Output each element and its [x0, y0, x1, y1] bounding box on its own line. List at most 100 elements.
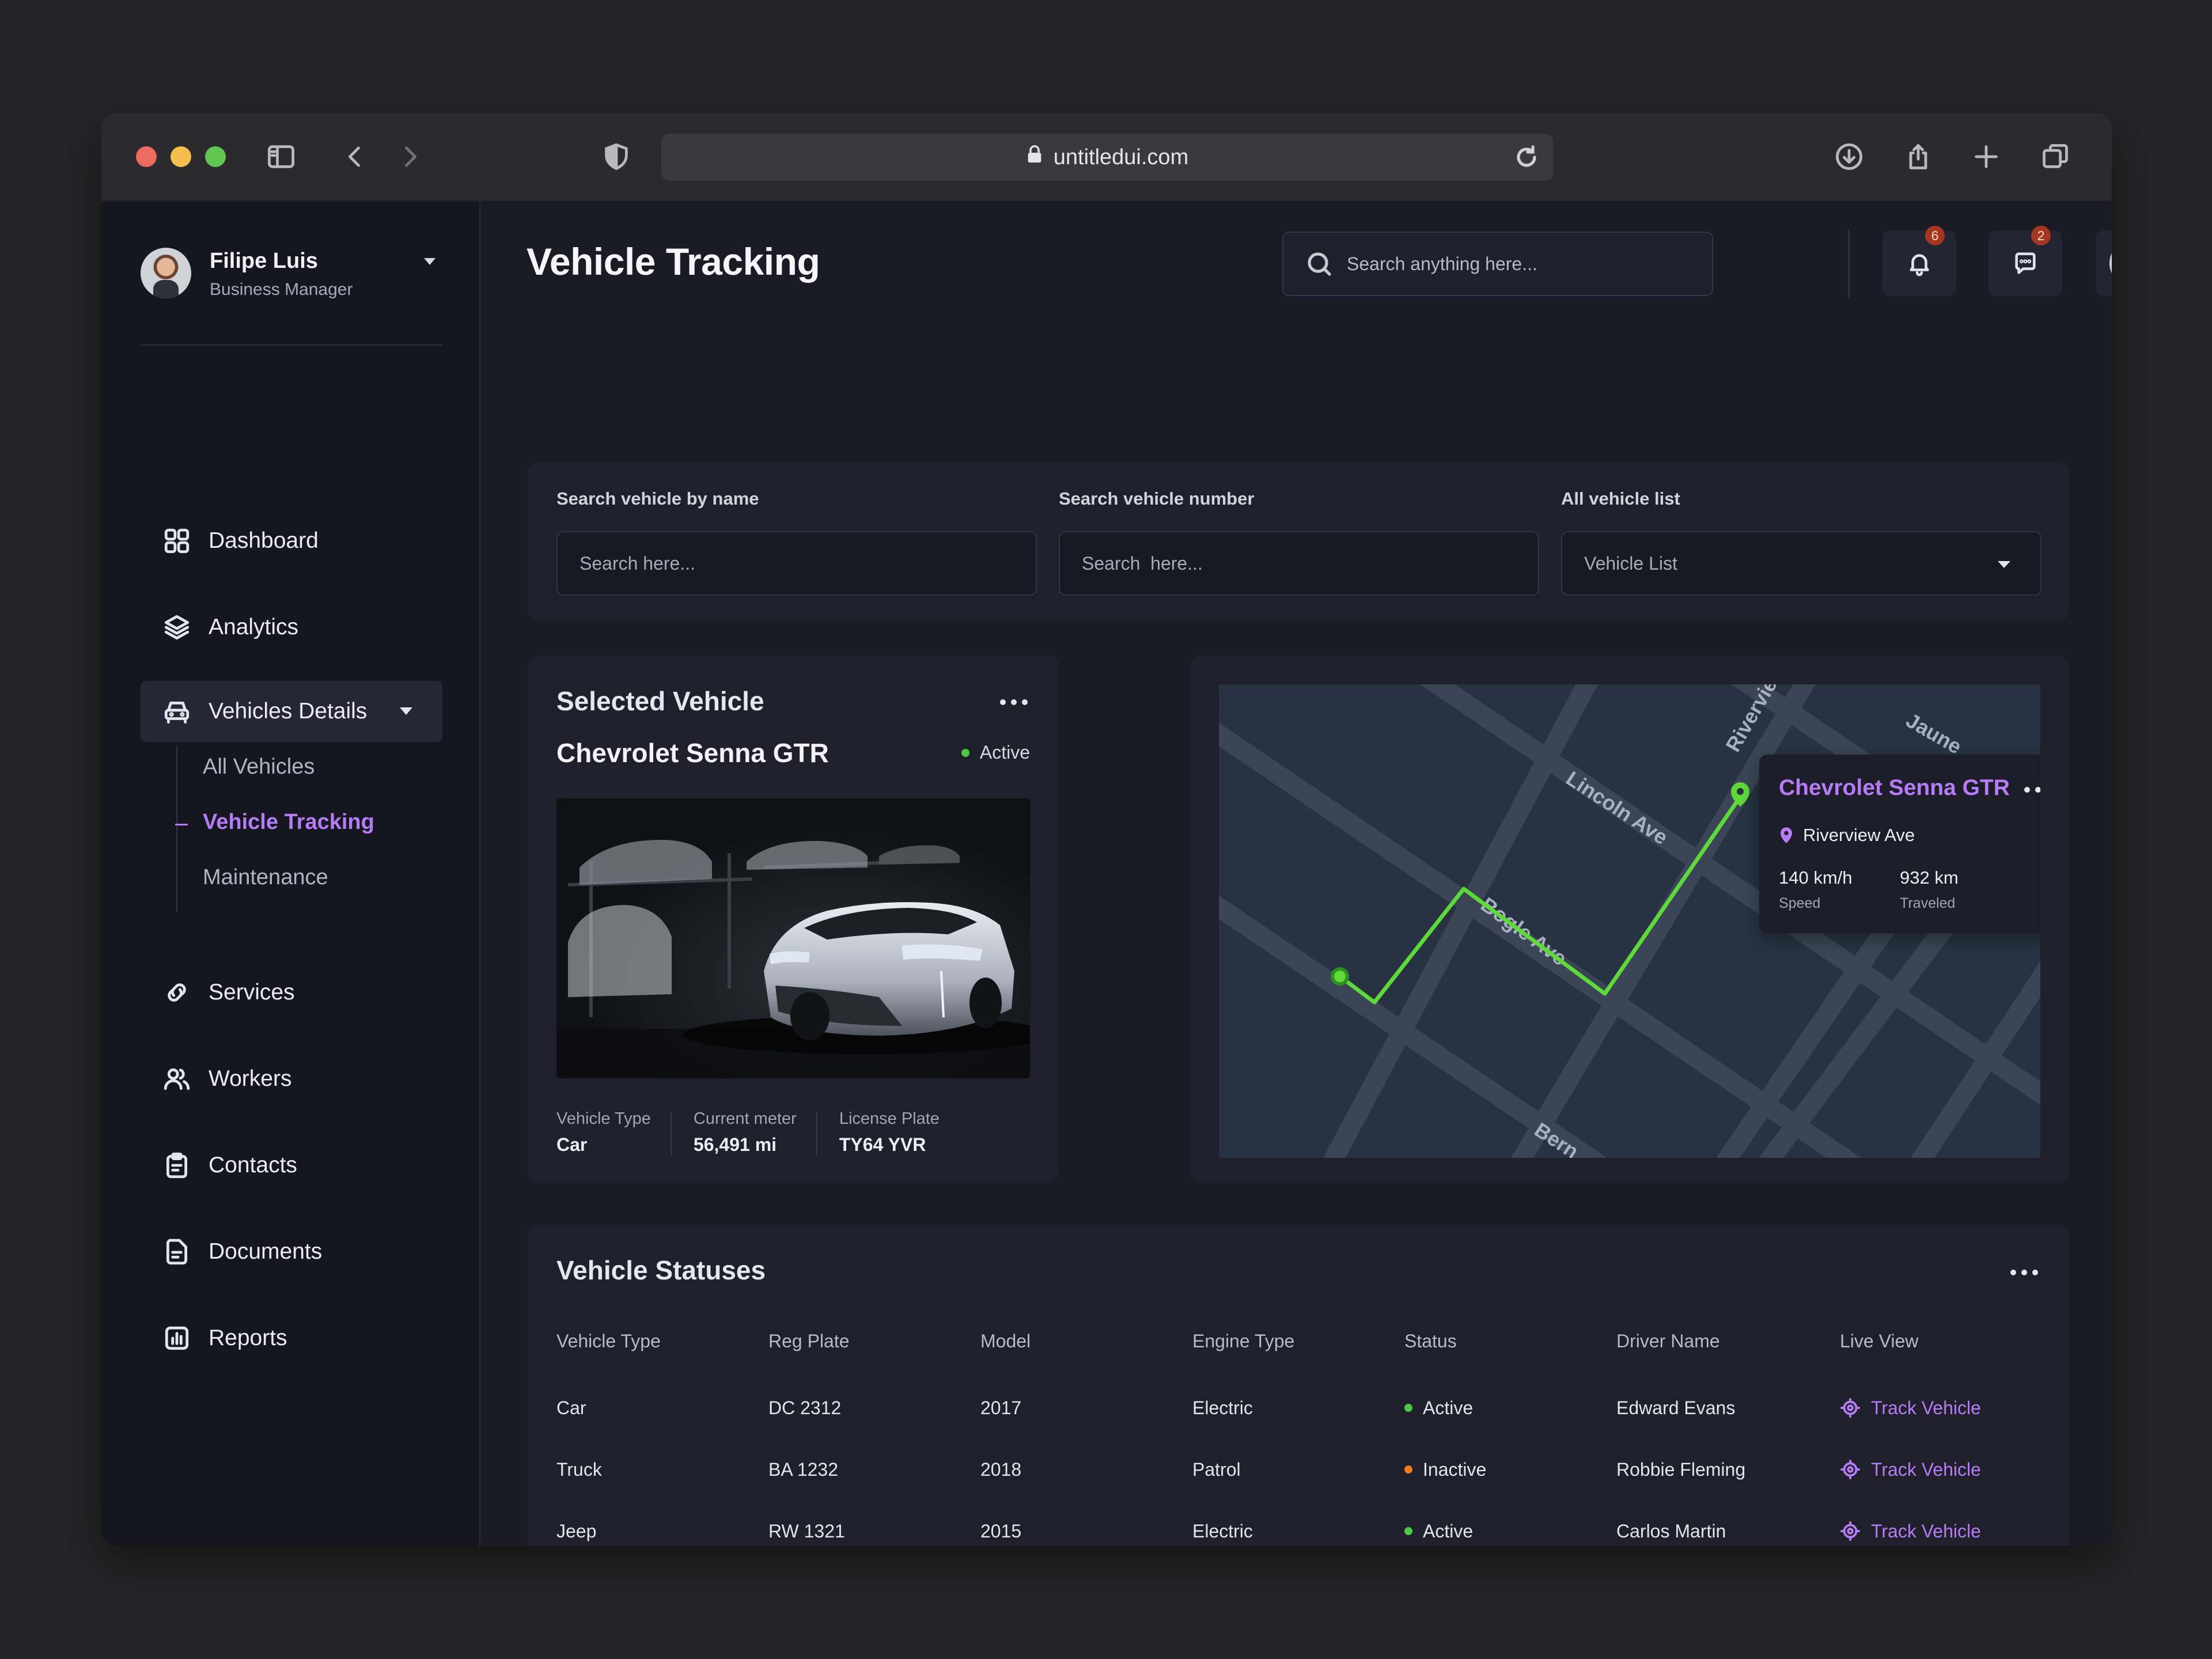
vehicle-name: Chevrolet Senna GTR — [556, 738, 829, 768]
cell-type: Truck — [556, 1459, 602, 1480]
card-title: Selected Vehicle — [556, 686, 764, 716]
status-text: Active — [979, 742, 1030, 763]
sidebar-item-label: Services — [209, 980, 295, 1005]
vehicle-map-popup: Chevrolet Senna GTR Riverview Ave 140 km… — [1759, 755, 2040, 933]
active-indicator — [175, 824, 188, 825]
meta-license-plate: License Plate TY64 YVR — [839, 1109, 960, 1161]
selected-vehicle-card: Selected Vehicle Chevrolet Senna GTR Act… — [528, 656, 1059, 1183]
vehicle-statuses-card: Vehicle Statuses Vehicle Type Reg Plate … — [528, 1225, 2069, 1546]
tabs-overview-icon[interactable] — [2036, 137, 2075, 176]
card-title: Vehicle Statuses — [556, 1255, 766, 1285]
minimize-window-button[interactable] — [171, 146, 191, 167]
link-label: Track Vehicle — [1871, 1520, 1981, 1541]
sidebar-toggle-icon[interactable] — [262, 137, 301, 176]
reload-icon[interactable] — [1513, 143, 1540, 171]
sidebar-item-dashboard[interactable]: Dashboard — [141, 510, 442, 571]
traveled-stat: 932 km Traveled — [1900, 868, 1959, 912]
forward-icon[interactable] — [391, 137, 430, 176]
status-cell: Active — [1404, 1514, 1473, 1546]
vehicle-status-table: Vehicle Type Reg Plate Model Engine Type… — [556, 1324, 2031, 1546]
chevron-down-icon — [1998, 561, 2010, 568]
url-text: untitledui.com — [1053, 145, 1189, 169]
more-options-icon[interactable] — [2010, 1270, 2038, 1275]
cell-plate: BA 1232 — [768, 1459, 838, 1480]
close-window-button[interactable] — [136, 146, 157, 167]
back-icon[interactable] — [335, 137, 374, 176]
speed-stat: 140 km/h Speed — [1779, 868, 1853, 912]
avatar — [141, 248, 191, 298]
sidebar-item-documents[interactable]: Documents — [141, 1221, 442, 1282]
table-row: Truck BA 1232 2018 Patrol Inactive Robbie Fle… — [556, 1452, 2031, 1514]
messages-button[interactable]: 2 — [1988, 226, 2062, 296]
address-bar[interactable]: untitledui.com — [661, 134, 1553, 181]
bar-chart-icon — [165, 1326, 189, 1350]
status-dot — [961, 748, 969, 757]
cell-driver: Carlos Martin — [1616, 1520, 1726, 1541]
sidebar-item-label: Vehicles Details — [209, 699, 368, 724]
popup-title: Chevrolet Senna GTR — [1779, 775, 2010, 800]
track-vehicle-link[interactable]: Track Vehicle — [1840, 1514, 1981, 1546]
submenu-item-maintenance[interactable]: Maintenance — [203, 865, 328, 890]
more-options-icon[interactable] — [1000, 699, 1028, 705]
table-header-row: Vehicle Type Reg Plate Model Engine Type… — [556, 1324, 2031, 1391]
grid-icon — [164, 528, 190, 554]
account-button[interactable] — [2096, 230, 2112, 296]
notifications-button[interactable]: 6 — [1883, 226, 1956, 296]
sidebar-item-vehicles-details[interactable]: Vehicles Details — [141, 681, 442, 742]
vehicle-search-filters: Search vehicle by name Search vehicle nu… — [528, 462, 2069, 621]
bell-icon — [1910, 254, 1929, 276]
submenu-item-vehicle-tracking[interactable]: Vehicle Tracking — [175, 810, 374, 835]
sidebar-item-analytics[interactable]: Analytics — [141, 597, 442, 658]
vehicle-number-input[interactable] — [1082, 552, 1508, 574]
vehicles-submenu: All Vehicles Vehicle Tracking Maintenanc… — [175, 745, 441, 912]
vehicle-number-field[interactable] — [1059, 531, 1539, 596]
vehicle-list-select[interactable]: Vehicle List — [1561, 531, 2041, 596]
sidebar-item-services[interactable]: Services — [141, 962, 442, 1023]
new-tab-icon[interactable] — [1967, 137, 2006, 176]
meta-label: License Plate — [839, 1109, 940, 1128]
meta-current-meter: Current meter 56,491 mi — [694, 1109, 817, 1161]
sidebar-item-contacts[interactable]: Contacts — [141, 1135, 442, 1196]
lock-icon — [1026, 145, 1043, 170]
track-vehicle-link[interactable]: Track Vehicle — [1840, 1452, 1981, 1487]
page-title: Vehicle Tracking — [527, 240, 820, 283]
chat-icon — [2015, 252, 2036, 274]
select-value: Vehicle List — [1584, 552, 1677, 574]
vehicle-name-input[interactable] — [579, 552, 1006, 574]
meta-label: Current meter — [693, 1109, 797, 1128]
speed-label: Speed — [1779, 895, 1821, 911]
meta-value: 56,491 mi — [693, 1134, 777, 1155]
zoom-window-button[interactable] — [205, 146, 226, 167]
more-options-icon[interactable] — [2024, 787, 2040, 793]
link-label: Track Vehicle — [1871, 1459, 1981, 1480]
cell-driver: Edward Evans — [1616, 1397, 1736, 1418]
vehicle-name-field[interactable] — [556, 531, 1037, 596]
table-body: Car DC 2312 2017 Electric Active Edward Evans… — [556, 1391, 2031, 1546]
column-header: Reg Plate — [768, 1330, 850, 1351]
status-text: Inactive — [1423, 1459, 1487, 1480]
cell-model: 2015 — [980, 1520, 1022, 1541]
share-icon[interactable] — [1899, 137, 1938, 176]
chevron-down-icon[interactable] — [424, 258, 435, 265]
download-icon[interactable] — [1830, 137, 1869, 176]
tracking-map-card: Lincoln Ave Bogle Ave Riverview Ave Jaun… — [1190, 656, 2069, 1183]
tracking-map[interactable]: Lincoln Ave Bogle Ave Riverview Ave Jaun… — [1219, 684, 2040, 1158]
meta-value: Car — [556, 1134, 588, 1155]
profile-menu[interactable]: Filipe Luis Business Manager — [141, 248, 445, 312]
chevron-down-icon — [400, 707, 412, 715]
privacy-shield-icon[interactable] — [597, 137, 636, 176]
table-row: Jeep RW 1321 2015 Electric Active Carlos Mart… — [556, 1514, 2031, 1546]
location-text: Riverview Ave — [1803, 825, 1915, 845]
speed-value: 140 km/h — [1779, 868, 1853, 888]
sidebar-item-reports[interactable]: Reports — [141, 1308, 442, 1369]
search-input[interactable] — [1347, 253, 1669, 275]
status-cell: Active — [1404, 1391, 1473, 1425]
submenu-item-all-vehicles[interactable]: All Vehicles — [203, 755, 315, 779]
global-search[interactable] — [1282, 232, 1713, 296]
file-icon — [166, 1238, 188, 1265]
track-vehicle-link[interactable]: Track Vehicle — [1840, 1391, 1981, 1425]
sidebar-item-label: Reports — [209, 1325, 287, 1350]
search-icon — [1308, 252, 1331, 276]
link-icon — [168, 983, 186, 1002]
sidebar-item-workers[interactable]: Workers — [141, 1048, 442, 1109]
